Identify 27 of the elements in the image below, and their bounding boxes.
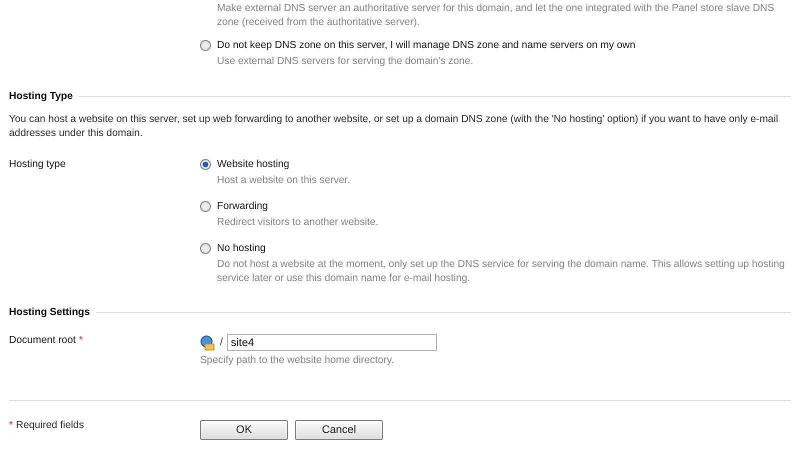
option-label: Do not keep DNS zone on this server, I will manage DNS zone and name servers on my own [217,39,636,53]
globe-folder-icon [200,334,216,350]
option-description: Host a website on this server. [217,174,352,188]
section-title: Hosting Settings [9,307,90,318]
required-mark: * [78,335,83,346]
radio-button[interactable] [200,159,211,170]
option-description: Redirect visitors to another website. [217,216,380,230]
option-description: Make external DNS server an authoritative server for this domain, and let the one integrated with the Panel store slave DNS zone (received from the authoritative server). [217,2,776,30]
option-label: Forwarding [217,200,269,214]
option-description: Do not host a website at the moment, only set up the DNS service for serving the domain name. This allows setting up hosting service later or use this domain name for e-mail hosting. [217,258,786,286]
ok-button[interactable]: OK [200,420,288,440]
field-label: Document root [9,335,76,346]
option-label: No hosting [217,242,267,256]
section-intro: You can host a website on this server, set up web forwarding to another website, or set up a domain DNS zone (with the 'No hosting' option) if you want to have only e-mail addresses under this domain. [9,113,780,141]
required-mark: * [9,420,13,431]
radio-button[interactable] [200,201,211,212]
radio-button[interactable] [200,243,211,254]
option-label: Website hosting [217,158,290,172]
section-title: Hosting Type [9,91,73,102]
document-root-field[interactable]: site4 [226,334,437,351]
field-hint: Specify path to the website home directory. [200,354,396,368]
path-separator: / [220,337,223,348]
radio-button[interactable] [200,40,211,51]
required-fields-note: Required fields [16,420,84,431]
cancel-button[interactable]: Cancel [295,420,383,440]
option-description: Use external DNS servers for serving the domain's zone. [217,55,474,69]
field-label: Hosting type [9,158,67,172]
